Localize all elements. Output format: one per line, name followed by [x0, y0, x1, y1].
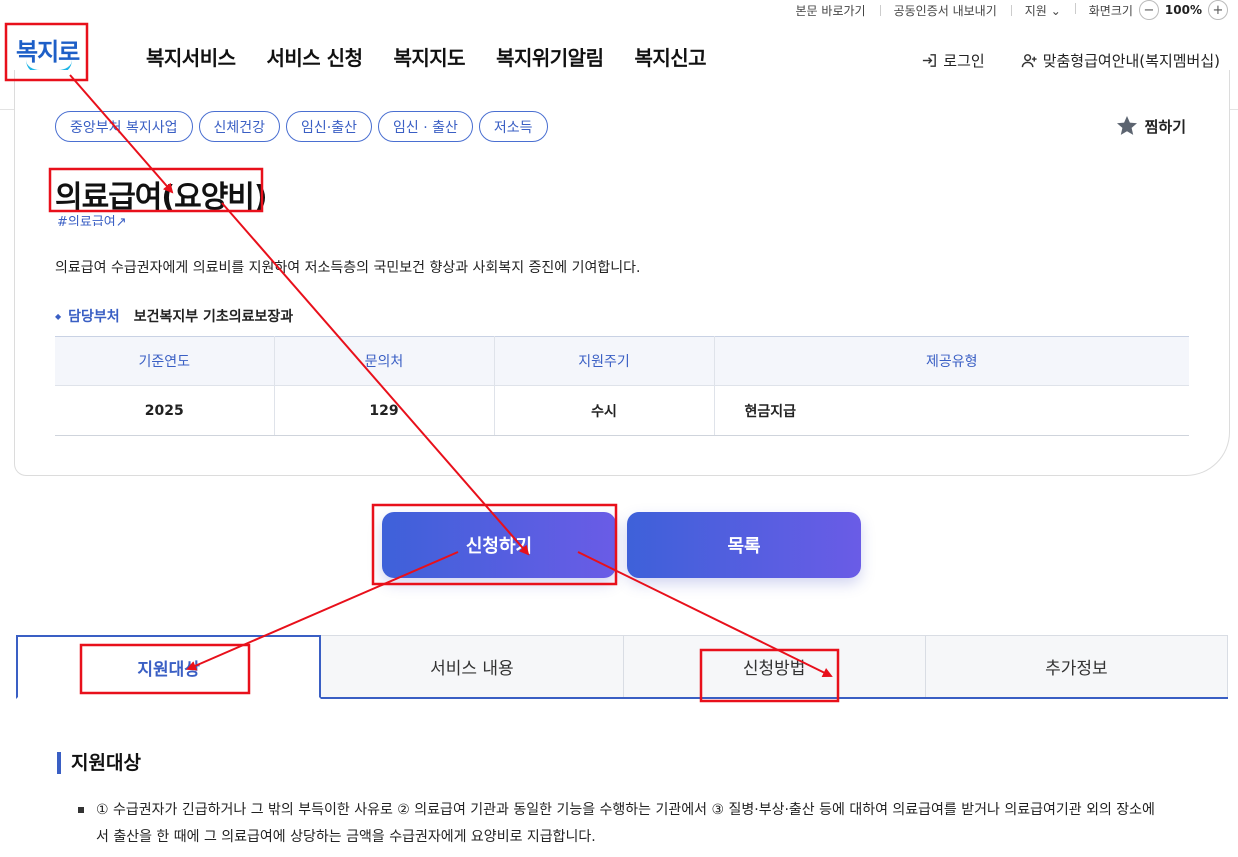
login-label: 로그인	[943, 52, 985, 70]
table-cell-type: 현금지급	[714, 385, 1189, 436]
table-header-type: 제공유형	[714, 336, 1189, 386]
login-link[interactable]: 로그인	[921, 50, 985, 71]
header-links: 로그인 맞춤형급여안내(복지멤버십)	[921, 50, 1220, 71]
tab-how-to-apply[interactable]: 신청방법	[623, 635, 926, 697]
service-description: 의료급여 수급권자에게 의료비를 지원하여 저소득층의 국민보건 향상과 사회복…	[55, 260, 641, 276]
login-icon	[923, 54, 937, 67]
favorite-button[interactable]: 찜하기	[1115, 114, 1186, 138]
chevron-down-icon: ⌄	[1050, 3, 1061, 18]
service-tags: 중앙부처 복지사업 신체건강 임신·출산 임신 · 출산 저소득	[55, 111, 548, 142]
service-title: 의료급여(요양비)	[55, 180, 268, 215]
tag-pregnancy[interactable]: 임신·출산	[286, 111, 373, 142]
nav-welfare-service[interactable]: 복지서비스	[146, 42, 236, 71]
detail-tabs: 지원대상 서비스 내용 신청방법 추가정보	[16, 635, 1228, 699]
nav-crisis-alert[interactable]: 복지위기알림	[496, 42, 604, 71]
zoom-value: 100%	[1164, 3, 1202, 17]
skip-to-content-link[interactable]: 본문 바로가기	[782, 2, 880, 19]
tag-low-income[interactable]: 저소득	[478, 111, 548, 142]
table-header-contact: 문의처	[274, 336, 495, 386]
table-cell-contact: 129	[274, 385, 495, 436]
user-add-icon	[1021, 54, 1037, 68]
nav-service-apply[interactable]: 서비스 신청	[267, 42, 363, 71]
table-row: 2025 129 수시 현금지급	[55, 385, 1189, 436]
screen-size-label: 화면크기	[1088, 3, 1133, 18]
table-header-cycle: 지원주기	[494, 336, 715, 386]
tab-additional-info[interactable]: 추가정보	[925, 635, 1228, 697]
tag-pregnancy-birth[interactable]: 임신 · 출산	[378, 111, 473, 142]
table-header-year: 기준연도	[55, 336, 275, 386]
nav-welfare-map[interactable]: 복지지도	[393, 42, 465, 71]
export-certificate-link[interactable]: 공동인증서 내보내기	[879, 2, 1011, 19]
list-button[interactable]: 목록	[627, 512, 861, 578]
membership-link[interactable]: 맞춤형급여안내(복지멤버십)	[1021, 50, 1220, 71]
tag-physical-health[interactable]: 신체건강	[198, 111, 281, 142]
utility-bar: 본문 바로가기 공동인증서 내보내기 지원 ⌄ 화면크기 − 100% +	[782, 0, 1228, 20]
zoom-in-button[interactable]: +	[1208, 0, 1228, 20]
department-value: 보건복지부 기초의료보장과	[133, 309, 294, 325]
star-icon	[1116, 116, 1137, 135]
department-info: 담당부처 보건복지부 기초의료보장과	[55, 306, 293, 326]
nav-welfare-report[interactable]: 복지신고	[634, 42, 706, 71]
table-cell-year: 2025	[55, 385, 275, 436]
support-dropdown[interactable]: 지원 ⌄	[1010, 2, 1075, 19]
apply-button[interactable]: 신청하기	[382, 512, 616, 578]
favorite-label: 찜하기	[1144, 117, 1186, 136]
zoom-out-button[interactable]: −	[1138, 0, 1159, 20]
external-link-icon: ↗	[115, 215, 127, 226]
tag-central-ministry[interactable]: 중앙부처 복지사업	[55, 111, 193, 142]
tab-service-content[interactable]: 서비스 내용	[321, 635, 624, 697]
department-label: 담당부처	[55, 306, 120, 326]
support-label: 지원	[1024, 3, 1047, 18]
screen-size-control: 화면크기 − 100% +	[1074, 0, 1228, 20]
service-hashtag[interactable]: #의료급여↗	[57, 214, 127, 226]
hashtag-text: #의료급여	[57, 215, 116, 226]
section-title: 지원대상	[57, 752, 141, 774]
service-info-table: 기준연도 문의처 지원주기 제공유형 2025 129 수시 현금지급	[55, 336, 1189, 436]
membership-label: 맞춤형급여안내(복지멤버십)	[1042, 52, 1220, 70]
table-cell-cycle: 수시	[494, 385, 715, 436]
main-nav: 복지서비스 서비스 신청 복지지도 복지위기알림 복지신고	[146, 42, 707, 71]
section-body: ① 수급권자가 긴급하거나 그 밖의 부득이한 사유로 ② 의료급여 기관과 동…	[78, 797, 1166, 851]
tab-eligibility[interactable]: 지원대상	[16, 635, 322, 699]
